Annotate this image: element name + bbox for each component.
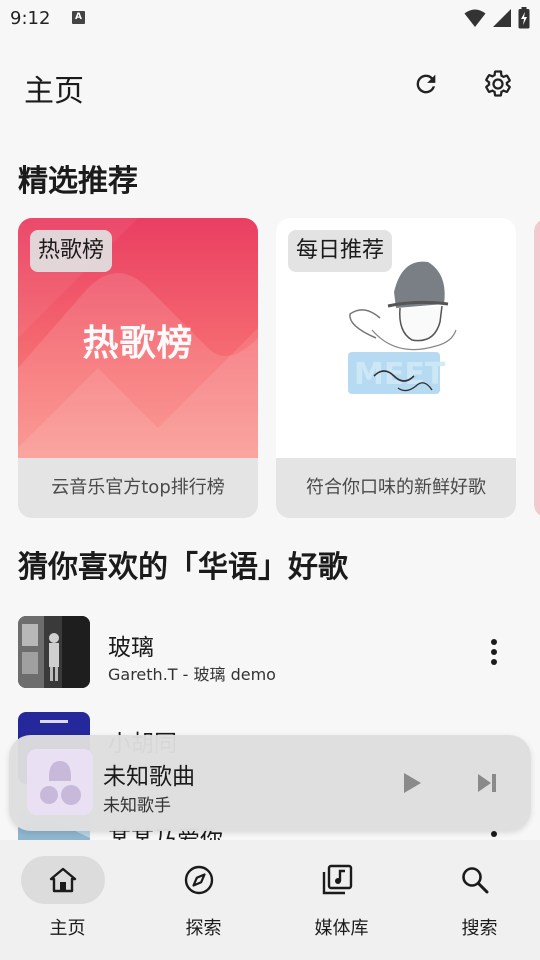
song-thumbnail [18, 616, 90, 688]
card-caption: 云音乐官方top排行榜 [18, 458, 258, 518]
settings-button[interactable] [474, 60, 522, 108]
nav-item-explore[interactable]: 探索 [136, 840, 271, 960]
playlist-card-partial[interactable] [534, 218, 540, 518]
refresh-button[interactable] [402, 60, 450, 108]
nav-icon-container [433, 856, 517, 904]
nav-label: 探索 [185, 918, 222, 939]
home-icon [49, 867, 77, 893]
compass-icon [184, 865, 214, 895]
app-bar: 主页 [0, 48, 540, 120]
play-icon [404, 773, 421, 793]
page-title: 主页 [24, 74, 84, 109]
playlist-card-hot[interactable]: 热歌榜 热歌榜 云音乐官方top排行榜 [18, 218, 258, 518]
card-cover-text: 热歌榜 [82, 323, 194, 364]
recommend-section-title: 猜你喜欢的「华语」好歌 [18, 550, 348, 585]
song-title: 玻璃 [108, 635, 154, 661]
nav-label: 主页 [49, 918, 86, 939]
mini-player-artwork [27, 749, 93, 815]
status-time: 9:12 [10, 8, 51, 29]
shapes-placeholder-icon [27, 749, 93, 815]
mini-player[interactable]: 未知歌曲 未知歌手 [9, 735, 531, 831]
next-button[interactable] [467, 763, 507, 803]
song-subtitle: Gareth.T - 玻璃 demo [108, 665, 276, 684]
play-button[interactable] [396, 763, 428, 803]
nav-icon-container [157, 856, 241, 904]
nav-label: 媒体库 [314, 918, 369, 939]
playlist-card-daily[interactable]: MEET 每日推荐 符合你口味的新鲜好歌 [276, 218, 516, 518]
gear-icon [485, 70, 511, 97]
nav-label: 搜索 [461, 918, 498, 939]
status-indicator-icon: A [72, 11, 85, 24]
more-options-button[interactable] [478, 632, 510, 672]
card-badge: 热歌榜 [30, 230, 113, 272]
mini-player-artist: 未知歌手 [103, 796, 171, 816]
wifi-icon [464, 9, 486, 27]
signal-icon [493, 9, 511, 27]
status-bar: 9:12 A [0, 0, 540, 36]
skip-next-icon [478, 774, 496, 792]
card-caption: 符合你口味的新鲜好歌 [276, 458, 516, 518]
nav-item-search[interactable]: 搜索 [412, 840, 540, 960]
album-art [18, 616, 90, 688]
bottom-navigation: 主页 探索 媒体库 搜索 [0, 840, 540, 960]
card-badge: 每日推荐 [288, 230, 393, 272]
refresh-icon [416, 74, 436, 94]
nav-active-indicator [21, 856, 105, 904]
mini-player-title: 未知歌曲 [103, 764, 195, 790]
battery-charging-icon [518, 7, 530, 29]
search-icon [462, 867, 489, 894]
song-row[interactable]: 玻璃 Gareth.T - 玻璃 demo [0, 612, 540, 692]
nav-icon-container [295, 856, 379, 904]
nav-item-home[interactable]: 主页 [0, 840, 135, 960]
svg-text:MEET: MEET [354, 357, 446, 392]
status-icons [464, 7, 530, 29]
nav-item-library[interactable]: 媒体库 [274, 840, 409, 960]
featured-section-title: 精选推荐 [18, 164, 138, 199]
music-library-icon [322, 864, 353, 895]
